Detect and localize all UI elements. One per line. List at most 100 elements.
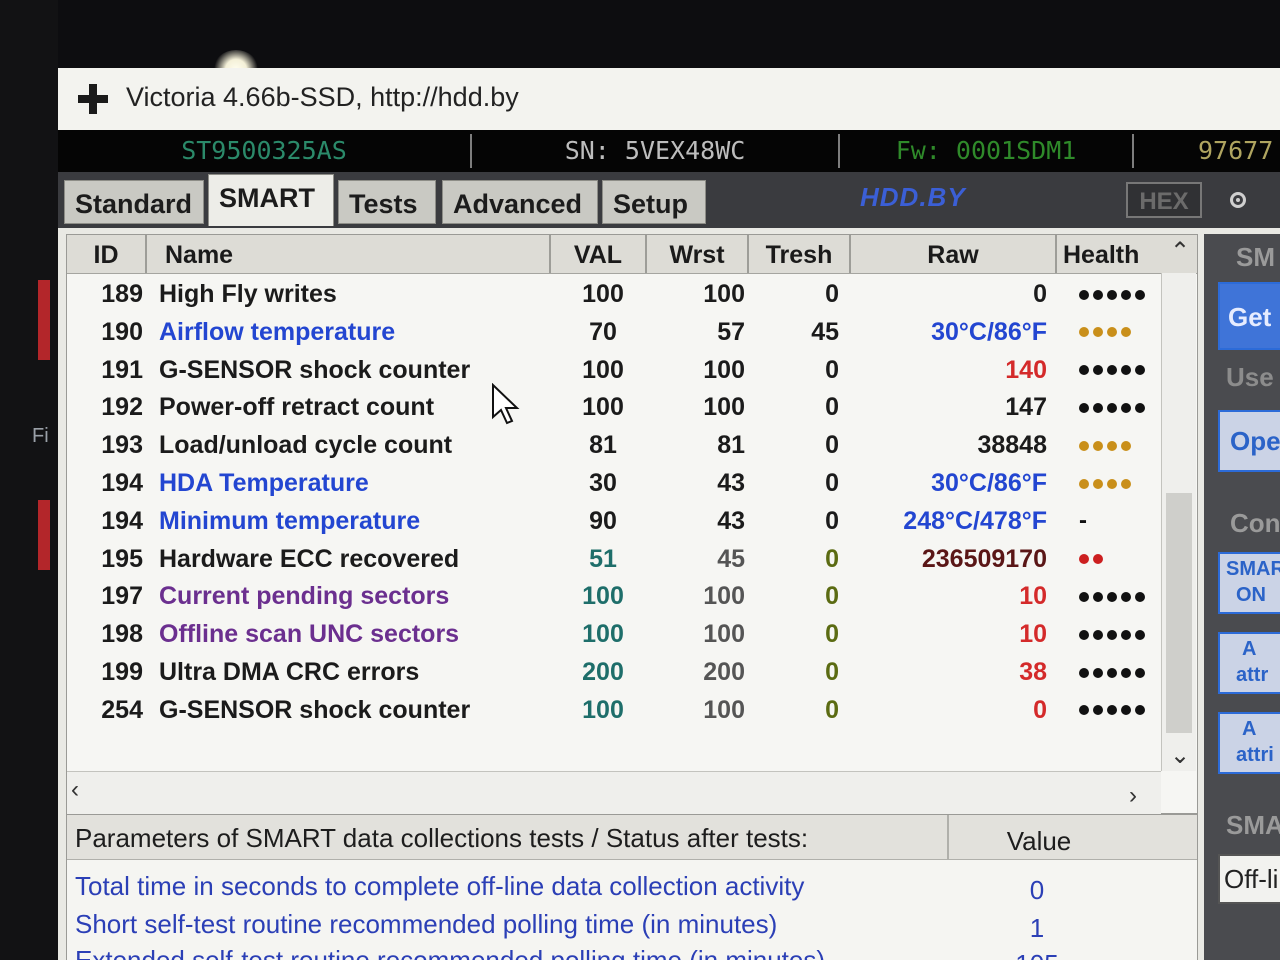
cell-id: 189 (101, 280, 143, 308)
scroll-down-icon[interactable]: ⌄ (1170, 741, 1190, 770)
smart-on-button[interactable]: SMAR ON (1218, 552, 1280, 614)
vertical-scrollbar[interactable]: ⌃ ⌄ (1161, 238, 1196, 771)
scroll-left-icon[interactable]: ‹ (71, 776, 79, 804)
drive-model: ST9500325AS (58, 134, 472, 168)
cell-raw: 10 (1019, 582, 1047, 611)
cell-tresh: 0 (825, 658, 839, 686)
cell-wrst: 43 (717, 506, 745, 535)
table-row[interactable]: 193 Load/unload cycle count 81 81 0 38848 (67, 426, 1197, 464)
header-wrst[interactable]: Wrst (647, 235, 749, 273)
health-dot-icon (1135, 403, 1145, 414)
cell-wrst: 100 (703, 393, 745, 422)
get-smart-button[interactable]: Get (1218, 282, 1280, 350)
open-button[interactable]: Ope (1218, 410, 1280, 472)
cell-raw: 30°C/86°F (931, 469, 1047, 497)
cell-id: 198 (101, 620, 143, 649)
table-row[interactable]: 198 Offline scan UNC sectors 100 100 0 10 (67, 615, 1197, 653)
table-row[interactable]: 199 Ultra DMA CRC errors 200 200 0 38 (67, 653, 1197, 691)
table-row[interactable]: 195 Hardware ECC recovered 51 45 0 236509170 (67, 540, 1197, 578)
cell-tresh: 0 (825, 280, 839, 308)
grid-header: ID Name VAL Wrst Tresh Raw Health (67, 235, 1197, 274)
params-row-value: 1 (1029, 913, 1045, 943)
offline-select[interactable]: Off-li (1218, 854, 1280, 904)
health-dot-icon (1121, 403, 1131, 414)
tab-setup[interactable]: Setup (602, 180, 706, 224)
mode-radio[interactable] (1230, 192, 1246, 208)
drive-serial: SN: 5VEX48WC (472, 134, 840, 168)
smart-group-label: SM (1236, 242, 1275, 272)
header-health[interactable]: Health (1057, 235, 1161, 273)
table-row[interactable]: 194 Minimum temperature 90 43 0 248°C/478°F - (67, 502, 1197, 540)
cell-name: Hardware ECC recovered (159, 544, 460, 573)
cell-val: 100 (582, 393, 624, 422)
params-value-header: Value (947, 815, 1129, 859)
cell-tresh: 0 (825, 469, 839, 497)
cell-id: 194 (101, 506, 143, 535)
health-dot-icon (1107, 705, 1117, 716)
health-dot-icon (1093, 478, 1103, 489)
health-dot-icon (1121, 327, 1131, 338)
tab-smart[interactable]: SMART (208, 174, 334, 226)
cell-tresh: 0 (825, 620, 839, 649)
tab-standard[interactable]: Standard (64, 180, 204, 224)
header-id[interactable]: ID (67, 235, 147, 273)
health-dot-icon (1079, 667, 1089, 678)
attributes-line-1: A (1242, 638, 1257, 660)
header-name[interactable]: Name (147, 235, 551, 273)
cell-wrst: 81 (717, 431, 745, 460)
table-row[interactable]: 194 HDA Temperature 30 43 0 30°C/86°F (67, 464, 1197, 502)
cell-name: G-SENSOR shock counter (159, 695, 471, 724)
cell-name: Offline scan UNC sectors (159, 620, 460, 649)
mouse-cursor-icon (492, 383, 520, 425)
cell-val: 51 (589, 544, 617, 573)
cell-raw: 0 (1033, 695, 1047, 724)
table-row[interactable]: 254 G-SENSOR shock counter 100 100 0 0 (67, 691, 1197, 729)
params-row-label: Extended self-test routine recommended p… (75, 945, 826, 960)
victoria-window: Victoria 4.66b-SSD, http://hdd.by ST9500… (58, 68, 1280, 960)
table-row[interactable]: 190 Airflow temperature 70 57 45 30°C/86°F (67, 313, 1197, 351)
cell-wrst: 100 (703, 355, 745, 384)
cell-wrst: 100 (703, 582, 745, 611)
use-label[interactable]: Use (1226, 362, 1274, 393)
table-row[interactable]: 191 G-SENSOR shock counter 100 100 0 140 (67, 351, 1197, 389)
cell-wrst: 200 (703, 658, 745, 686)
health-dot-icon (1121, 667, 1131, 678)
tab-tests[interactable]: Tests (338, 180, 436, 224)
cell-raw: 38 (1019, 658, 1047, 686)
scroll-right-icon[interactable]: › (1129, 782, 1137, 810)
horizontal-scrollbar[interactable]: ‹ › (67, 771, 1161, 814)
cell-id: 192 (101, 393, 143, 422)
cell-val: 30 (589, 469, 617, 497)
health-dot-icon (1093, 403, 1103, 414)
params-row-label: Short self-test routine recommended poll… (75, 909, 778, 939)
cell-val: 100 (582, 620, 624, 649)
cell-tresh: 0 (825, 393, 839, 422)
params-header-label: Parameters of SMART data collections tes… (75, 823, 809, 853)
cell-val: 100 (582, 355, 624, 384)
attributes-line-2: attr (1236, 664, 1269, 686)
hex-button[interactable]: HEX (1126, 182, 1202, 218)
cell-name: Load/unload cycle count (159, 431, 453, 460)
cell-tresh: 0 (825, 431, 839, 460)
cell-name: HDA Temperature (159, 469, 369, 497)
attributes-button-1[interactable]: A attr (1218, 632, 1280, 694)
header-val[interactable]: VAL (551, 235, 647, 273)
scroll-up-icon[interactable]: ⌃ (1170, 237, 1190, 266)
health-dot-icon (1135, 705, 1145, 716)
tab-advanced[interactable]: Advanced (442, 180, 598, 224)
table-row[interactable]: 189 High Fly writes 100 100 0 0 (67, 275, 1197, 313)
header-tresh[interactable]: Tresh (749, 235, 851, 273)
cell-id: 194 (101, 469, 143, 497)
app-cross-icon (78, 84, 108, 114)
params-row-value: 0 (1029, 875, 1045, 905)
table-row[interactable]: 197 Current pending sectors 100 100 0 10 (67, 577, 1197, 615)
vertical-scroll-thumb[interactable] (1166, 493, 1192, 733)
brand-logo[interactable]: HDD.BY (860, 182, 966, 213)
cell-id: 195 (101, 544, 143, 573)
cell-wrst: 43 (717, 469, 745, 497)
attributes-button-2[interactable]: A attri (1218, 712, 1280, 774)
table-row[interactable]: 192 Power-off retract count 100 100 0 147 (67, 388, 1197, 426)
smart-on-line-2: ON (1236, 584, 1266, 606)
header-raw[interactable]: Raw (851, 235, 1057, 273)
drive-info-bar: ST9500325AS SN: 5VEX48WC Fw: 0001SDM1 97… (58, 130, 1280, 172)
